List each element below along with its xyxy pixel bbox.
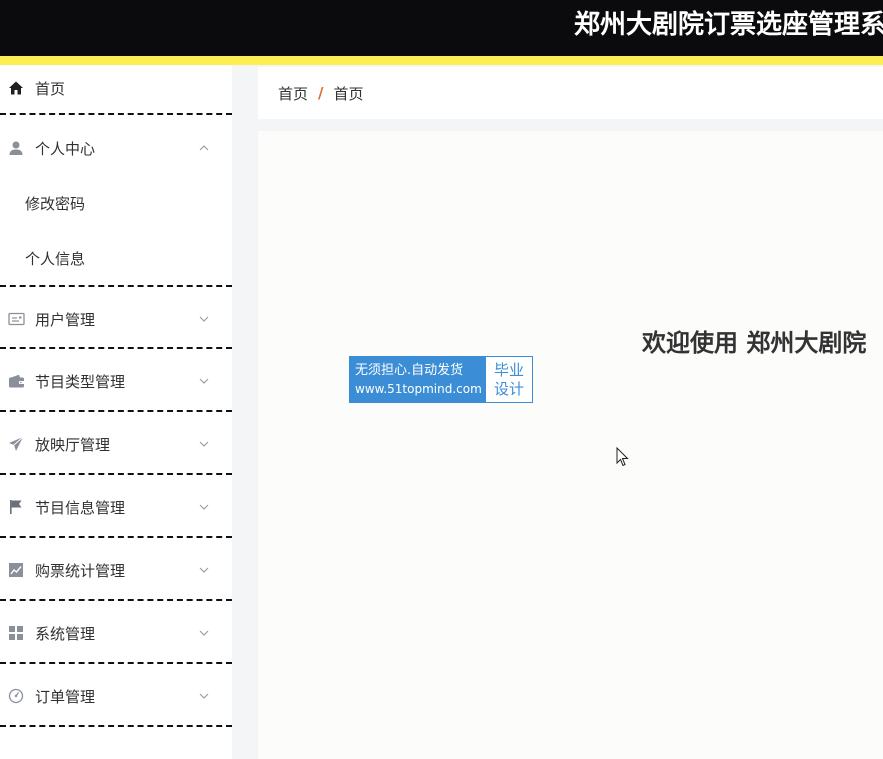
breadcrumb-separator: / — [318, 84, 324, 102]
chevron-up-icon — [198, 142, 210, 154]
grid-icon — [7, 624, 25, 642]
watermark-tag-line2: 设计 — [493, 379, 524, 398]
sidebar-item-label: 用户管理 — [35, 310, 96, 329]
sidebar-item-label: 放映厅管理 — [35, 435, 111, 454]
gauge-icon — [7, 687, 25, 705]
watermark-right: 毕业 设计 — [486, 357, 532, 402]
breadcrumb-current: 首页 — [333, 84, 364, 103]
sidebar-item-program-info-management[interactable]: 节目信息管理 — [0, 484, 232, 530]
sidebar-item-label: 系统管理 — [35, 624, 96, 643]
sidebar-subitem-personal-info[interactable]: 个人信息 — [0, 235, 232, 281]
user-icon — [7, 139, 25, 157]
sidebar-item-personal-center[interactable]: 个人中心 — [0, 125, 232, 171]
sidebar-item-order-management[interactable]: 订单管理 — [0, 673, 232, 719]
sidebar-item-label: 节目类型管理 — [35, 372, 126, 391]
chevron-down-icon — [198, 375, 210, 387]
menu-divider — [0, 285, 232, 287]
sidebar-subitem-label: 修改密码 — [25, 194, 86, 213]
watermark-slogan: 无须担心.自动发货 — [355, 363, 464, 378]
watermark-left: 无须担心.自动发货 www.51topmind.com — [350, 357, 486, 402]
chevron-down-icon — [198, 627, 210, 639]
id-card-icon — [7, 310, 25, 328]
app-title: 郑州大剧院订票选座管理系 — [574, 10, 883, 40]
chevron-down-icon — [198, 690, 210, 702]
breadcrumb: 首页 / 首页 — [258, 67, 883, 119]
menu-divider — [0, 662, 232, 664]
breadcrumb-home-link[interactable]: 首页 — [278, 83, 308, 104]
watermark-badge: 无须担心.自动发货 www.51topmind.com 毕业 设计 — [349, 356, 533, 403]
chevron-down-icon — [198, 438, 210, 450]
menu-divider — [0, 473, 232, 475]
menu-divider — [0, 113, 232, 115]
sidebar-item-user-management[interactable]: 用户管理 — [0, 296, 232, 342]
watermark-tag-line1: 毕业 — [493, 360, 524, 379]
sidebar-subitem-label: 个人信息 — [25, 249, 86, 268]
menu-divider — [0, 410, 232, 412]
menu-divider — [0, 599, 232, 601]
menu-divider — [0, 536, 232, 538]
sidebar-item-program-type-management[interactable]: 节目类型管理 — [0, 358, 232, 404]
sidebar-item-home[interactable]: 首页 — [0, 65, 232, 111]
sidebar-item-label: 订单管理 — [35, 687, 96, 706]
sidebar-subitem-change-password[interactable]: 修改密码 — [0, 180, 232, 226]
chevron-down-icon — [198, 501, 210, 513]
sidebar-item-label: 个人中心 — [35, 139, 96, 158]
mouse-cursor-icon — [616, 447, 629, 467]
chevron-down-icon — [198, 313, 210, 325]
sidebar-item-label: 购票统计管理 — [35, 561, 126, 580]
sidebar-item-label: 节目信息管理 — [35, 498, 126, 517]
sidebar-item-label: 首页 — [35, 79, 66, 98]
sidebar-item-screening-hall-management[interactable]: 放映厅管理 — [0, 421, 232, 467]
flag-icon — [7, 498, 25, 516]
sidebar-item-ticket-statistics-management[interactable]: 购票统计管理 — [0, 547, 232, 593]
content-panel — [258, 131, 883, 759]
sidebar-menu: 首页 个人中心 修改密码 个人信息 用户管理 节目类型管理 放映厅管理 节目信息… — [0, 65, 232, 759]
sidebar-item-system-management[interactable]: 系统管理 — [0, 610, 232, 656]
wallet-icon — [7, 372, 25, 390]
paper-plane-icon — [7, 435, 25, 453]
line-chart-icon — [7, 561, 25, 579]
menu-divider — [0, 347, 232, 349]
home-icon — [7, 79, 25, 97]
welcome-heading: 欢迎使用 郑州大剧院 — [642, 329, 867, 357]
watermark-url: www.51topmind.com — [355, 382, 482, 396]
chevron-down-icon — [198, 564, 210, 576]
header-accent-stripe — [0, 56, 883, 65]
menu-divider — [0, 725, 232, 727]
